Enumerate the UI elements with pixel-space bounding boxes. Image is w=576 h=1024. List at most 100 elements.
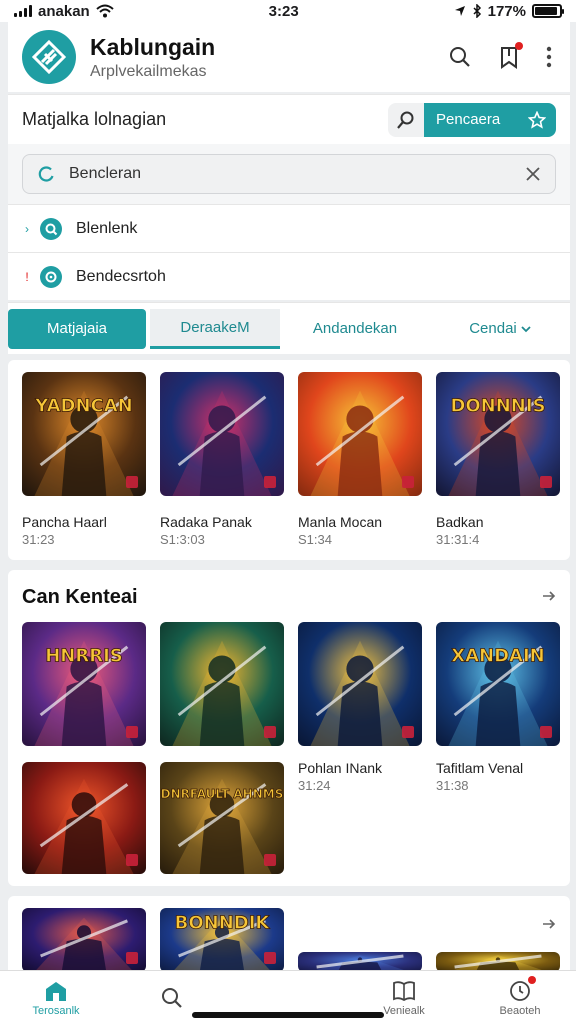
section-card: Can Kenteai HNRRIS XANDAIN DNRFAULT AHNM… <box>8 570 570 886</box>
tab-andandekan[interactable]: Andandekan <box>280 309 430 349</box>
chevron-down-icon <box>521 325 531 332</box>
section-title: Can Kenteai <box>22 586 138 608</box>
app-title: Kablungain <box>90 33 216 60</box>
app-subtitle: Arplvekailmekas <box>90 62 207 80</box>
nav-home-label: Terosanlk <box>32 1004 80 1017</box>
search-button[interactable] <box>448 45 472 69</box>
game-art-title: BONNDIK <box>175 912 271 933</box>
game-duration: 31:23 <box>22 532 55 547</box>
game-tile[interactable]: HNRRIS <box>22 622 146 746</box>
game-art-title: DNRFAULT AHNMS <box>161 787 284 801</box>
home-indicator <box>192 1012 384 1018</box>
game-tile[interactable] <box>298 622 422 746</box>
tab-bar: Matjajaia DeraakeM Andandekan Cendai <box>8 302 570 354</box>
search-cta-button[interactable]: Pencaera <box>424 102 556 137</box>
game-art-image <box>436 952 560 972</box>
bluetooth-icon <box>473 4 481 18</box>
game-art-title: HNRRIS <box>45 646 123 667</box>
search-badge-icon <box>40 217 62 240</box>
tab-matjajaia[interactable]: Matjajaia <box>8 308 146 349</box>
search-cta-label: Pencaera <box>436 111 501 128</box>
suggestion-item[interactable]: › Blenlenk <box>8 204 570 252</box>
game-tile[interactable] <box>22 908 146 972</box>
game-art-image <box>22 762 146 874</box>
notifications-button[interactable] <box>498 42 523 70</box>
game-duration: 31:38 <box>436 778 469 793</box>
suggestion-item[interactable]: ! Bendecsrtoh <box>8 252 570 300</box>
more-button[interactable] <box>546 46 552 68</box>
search-icon <box>397 111 414 129</box>
arrow-right-icon[interactable] <box>542 590 556 602</box>
battery-percent: 177% <box>487 2 526 20</box>
game-tile[interactable] <box>22 762 146 874</box>
profile-badge <box>528 975 536 984</box>
game-tile[interactable] <box>298 952 422 972</box>
game-duration: 31:24 <box>298 778 331 793</box>
filter-input-value: Bencleran <box>69 165 142 182</box>
search-toggle-button[interactable] <box>388 102 424 137</box>
star-icon <box>528 110 546 129</box>
game-art-image <box>22 908 146 972</box>
game-art-image: YADNCAN <box>22 372 146 496</box>
arrow-right-icon[interactable] <box>542 918 556 930</box>
game-tile[interactable]: BONNDIK <box>160 908 284 972</box>
nav-profile-label: Beaoteh <box>499 1004 541 1017</box>
game-art-image <box>298 952 422 972</box>
logo-mark-icon <box>32 40 66 74</box>
game-title: Pancha Haarl <box>22 514 107 530</box>
game-title: Tafitlam Venal <box>436 760 524 776</box>
nav-home[interactable]: Terosanlk <box>26 971 86 1024</box>
game-tile[interactable] <box>160 372 284 496</box>
suggestion-label: Blenlenk <box>76 219 138 237</box>
nav-library-label: Veniealk <box>383 1004 425 1017</box>
suggestion-label: Bendecsrtoh <box>76 267 166 285</box>
more-vertical-icon <box>546 46 552 68</box>
game-tile[interactable] <box>298 372 422 496</box>
search-row: Matjalka lolnagian Pencaera <box>8 94 570 144</box>
game-tile[interactable]: XANDAIN <box>436 622 560 746</box>
chat-badge-icon <box>40 265 62 288</box>
game-title: Radaka Panak <box>160 514 252 530</box>
game-art-title: DONNNIS <box>450 396 545 417</box>
refresh-icon <box>38 166 54 182</box>
game-duration: S1:34 <box>298 532 332 547</box>
close-icon[interactable] <box>525 166 541 182</box>
signal-icon <box>14 5 32 17</box>
featured-card: YADNCAN DONNNIS Pancha Haarl 31:23 Radak… <box>8 360 570 560</box>
game-title: Pohlan INank <box>298 760 383 776</box>
game-art-title: XANDAIN <box>451 646 545 667</box>
game-art-image: DONNNIS <box>436 372 560 496</box>
game-art-image <box>298 372 422 496</box>
search-icon <box>162 987 182 1008</box>
game-tile[interactable]: DONNNIS <box>436 372 560 496</box>
location-icon <box>454 6 465 16</box>
wifi-icon <box>96 4 114 18</box>
game-tile[interactable]: DNRFAULT AHNMS <box>160 762 284 874</box>
game-tile[interactable] <box>436 952 560 972</box>
game-art-image <box>298 622 422 746</box>
tab-deraakem[interactable]: DeraakeM <box>150 308 280 349</box>
suggestion-marker: ! <box>25 269 29 284</box>
filter-area: Bencleran <box>8 144 570 204</box>
tab-cendai-dropdown[interactable]: Cendai <box>430 309 570 349</box>
clock: 3:23 <box>268 2 299 20</box>
game-tile[interactable]: YADNCAN <box>22 372 146 496</box>
nav-profile[interactable]: Beaoteh <box>490 971 550 1024</box>
home-icon <box>46 981 66 1001</box>
book-icon <box>393 980 415 1001</box>
notification-badge <box>515 42 523 50</box>
game-title: Badkan <box>436 514 484 530</box>
app-header: Kablungain Arplvekailmekas <box>8 22 570 92</box>
game-duration: S1:3:03 <box>160 532 205 547</box>
status-bar: anakan 3:23 177% <box>0 0 576 22</box>
game-art-image <box>160 372 284 496</box>
game-art-image: HNRRIS <box>22 622 146 746</box>
filter-input[interactable]: Bencleran <box>22 154 556 194</box>
game-tile[interactable] <box>160 622 284 746</box>
search-icon <box>450 47 470 67</box>
battery-icon <box>531 4 564 18</box>
game-art-image: DNRFAULT AHNMS <box>160 762 284 874</box>
game-art-title: YADNCAN <box>34 396 132 417</box>
game-art-image: BONNDIK <box>160 908 284 972</box>
game-art-image <box>160 622 284 746</box>
